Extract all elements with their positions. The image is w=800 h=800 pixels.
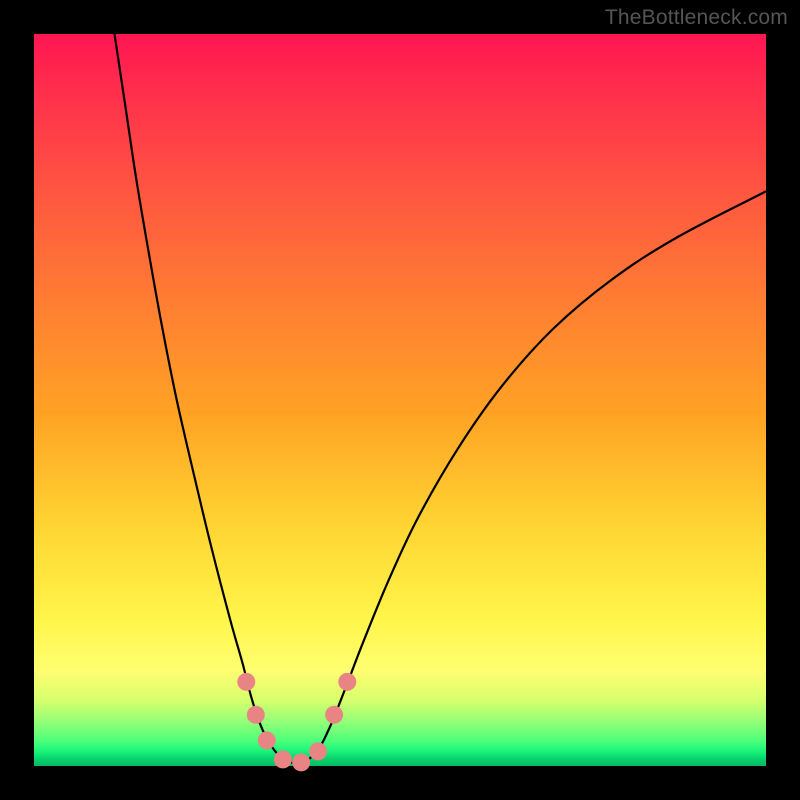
data-marker — [309, 742, 327, 760]
outer-frame: TheBottleneck.com — [0, 0, 800, 800]
data-marker — [274, 750, 292, 768]
data-marker — [325, 706, 343, 724]
data-marker — [237, 673, 255, 691]
plot-area — [34, 34, 766, 766]
data-marker — [247, 706, 265, 724]
chart-svg — [34, 34, 766, 766]
data-marker — [258, 731, 276, 749]
curve-right-branch — [298, 191, 766, 763]
watermark-text: TheBottleneck.com — [605, 6, 788, 30]
curve-left-branch — [115, 34, 298, 764]
markers-group — [237, 673, 356, 772]
data-marker — [338, 673, 356, 691]
data-marker — [292, 753, 310, 771]
